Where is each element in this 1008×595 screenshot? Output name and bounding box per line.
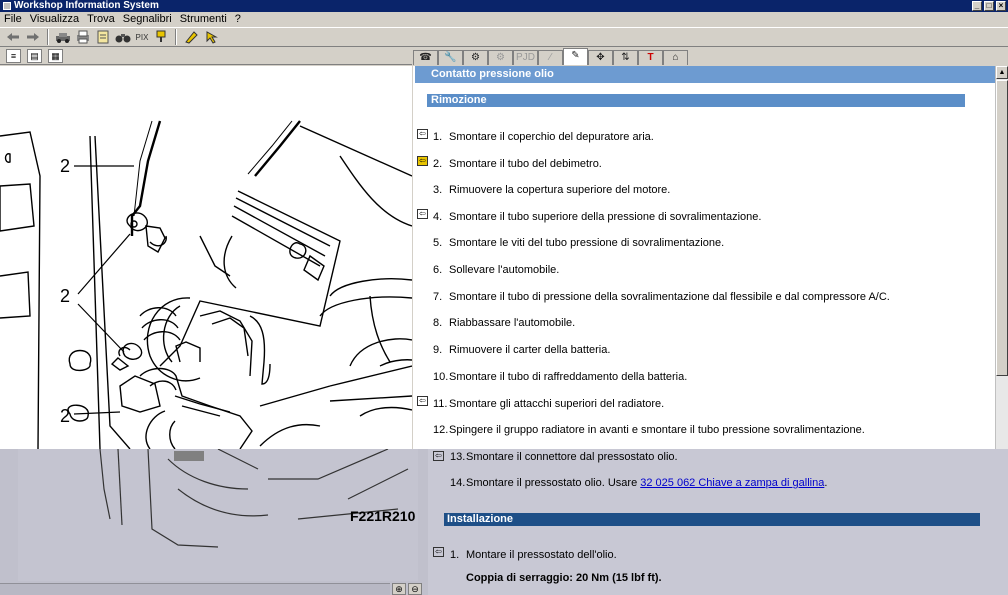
procedure-step: 6. Sollevare l'automobile. [433, 264, 560, 276]
tab-technical-data[interactable]: T [638, 50, 663, 65]
document-vertical-scrollbar[interactable]: ▲ [995, 66, 1008, 449]
tab-gear[interactable]: ⚙ [488, 50, 513, 65]
car-icon[interactable] [54, 29, 72, 45]
tab-wrench[interactable]: 🔧 [438, 50, 463, 65]
procedure-step: 11. Smontare gli attacchi superiori del r… [433, 398, 665, 410]
back-arrow-icon[interactable] [4, 29, 22, 45]
document-category-tabs: ☎ 🔧 ⚙ ⚙ PJD ⁄ ✎ ✥ ⇅ T ⌂ [413, 48, 1008, 65]
tab-vehicle[interactable]: ⌂ [663, 50, 688, 65]
toolbar-separator [175, 29, 177, 45]
engine-line-drawing: 2 2 2 [0, 120, 412, 449]
section-install-heading: Installazione [444, 513, 980, 526]
callout-label: 2 [60, 406, 70, 426]
document-icon[interactable] [94, 29, 112, 45]
document-header: Contatto pressione olio [415, 66, 995, 83]
procedure-step: 10.Smontare il tubo di raffreddamento de… [433, 371, 688, 383]
menu-tools[interactable]: Strumenti [176, 12, 231, 26]
illustration-link-icon[interactable]: ⇦ [417, 209, 428, 219]
zoom-out-icon[interactable]: ⊖ [408, 583, 422, 595]
illustration-link-icon[interactable]: ⇦ [417, 129, 428, 139]
figure-id: F221R210 [350, 508, 416, 524]
close-button[interactable]: × [996, 1, 1006, 11]
toolbar-separator [47, 29, 49, 45]
menu-bar: File Visualizza Trova Segnalibri Strumen… [0, 12, 1008, 26]
engine-line-drawing-continued: F221R210 [99, 449, 416, 548]
menu-file[interactable]: File [0, 12, 26, 26]
special-tool-link[interactable]: 32 025 062 Chiave a zampa di gallina [640, 477, 824, 489]
window-title: Workshop Information System [14, 0, 159, 11]
tab-lift[interactable]: ⇅ [613, 50, 638, 65]
menu-view[interactable]: Visualizza [26, 12, 83, 26]
title-bar: Workshop Information System _ □ × [0, 0, 1008, 12]
tab-repair-active[interactable]: ✎ [563, 48, 588, 65]
document-pane: Contatto pressione olio Rimozione ⇦ 1. Sm… [413, 66, 995, 449]
highlighter-icon[interactable] [182, 29, 200, 45]
scroll-up-icon[interactable]: ▲ [996, 66, 1008, 79]
procedure-step: 13.Smontare il connettore dal pressostat… [450, 451, 678, 463]
left-tab-image[interactable]: ▦ [48, 49, 63, 63]
tab-diagnostics[interactable]: ☎ [413, 50, 438, 65]
illustration-link-icon[interactable]: ⇦ [433, 547, 444, 557]
binoculars-icon[interactable] [114, 29, 132, 45]
app-icon [3, 2, 11, 10]
menu-help[interactable]: ? [231, 12, 245, 26]
illustration-link-icon[interactable]: ⇦ [417, 156, 428, 166]
procedure-step: 14.Smontare il pressostato olio. Usare 3… [450, 477, 828, 489]
section-removal-heading: Rimozione [427, 94, 965, 107]
toolbar: PIX [0, 27, 1008, 47]
zoom-controls: ⊕ ⊖ [392, 583, 422, 595]
illustration-horizontal-scrollbar[interactable] [0, 583, 390, 595]
tab-move[interactable]: ✥ [588, 50, 613, 65]
left-view-tabs: ≡ ▤ ▦ [0, 48, 412, 65]
procedure-step: 8. Riabbassare l'automobile. [433, 317, 576, 329]
illustration-pane: 2 2 2 [0, 66, 412, 449]
scrollbar-thumb[interactable] [996, 80, 1008, 376]
procedure-step: 3. Rimuovere la copertura superiore del m… [433, 184, 671, 196]
pointer-note-icon[interactable] [202, 29, 220, 45]
callout-label: 2 [60, 156, 70, 176]
install-step: 1. Montare il pressostato dell'olio. [450, 549, 617, 561]
lamp-icon[interactable] [152, 29, 170, 45]
pix-button[interactable]: PIX [134, 29, 150, 45]
procedure-step: 4. Smontare il tubo superiore della press… [433, 211, 762, 223]
procedure-step: 12.Spingere il gruppo radiatore in avant… [433, 424, 865, 436]
window-controls: _ □ × [972, 1, 1006, 11]
forward-arrow-icon[interactable] [24, 29, 42, 45]
left-tab-list[interactable]: ≡ [6, 49, 21, 63]
procedure-step: 7. Smontare il tubo di pressione della so… [433, 291, 890, 303]
illustration-overflow-area: F221R210 [18, 449, 418, 581]
illustration-link-icon[interactable]: ⇦ [417, 396, 428, 406]
maximize-button[interactable]: □ [984, 1, 994, 11]
illustration-lower-pane: F221R210 ⊕ ⊖ [0, 449, 428, 595]
menu-find[interactable]: Trova [83, 12, 119, 26]
print-icon[interactable] [74, 29, 92, 45]
zoom-in-icon[interactable]: ⊕ [392, 583, 406, 595]
tab-engine[interactable]: ⚙ [463, 50, 488, 65]
workshop-app-window: Workshop Information System _ □ × File V… [0, 0, 1008, 595]
procedure-step: 2. Smontare il tubo del debimetro. [433, 158, 602, 170]
tab-tool[interactable]: ⁄ [538, 50, 563, 65]
torque-spec: Coppia di serraggio: 20 Nm (15 lbf ft). [466, 572, 662, 584]
document-lower-pane: ⇦ 13.Smontare il connettore dal pressost… [428, 449, 1008, 595]
procedure-step: 9. Rimuovere il carter della batteria. [433, 344, 611, 356]
procedure-step: 5. Smontare le viti del tubo pressione di… [433, 237, 725, 249]
left-tab-text[interactable]: ▤ [27, 49, 42, 63]
minimize-button[interactable]: _ [972, 1, 982, 11]
tab-pjd[interactable]: PJD [513, 50, 538, 65]
menu-bookmarks[interactable]: Segnalibri [119, 12, 176, 26]
procedure-step: 1. Smontare il coperchio del depuratore a… [433, 131, 654, 143]
callout-label: 2 [60, 286, 70, 306]
illustration-link-icon[interactable]: ⇦ [433, 451, 444, 461]
